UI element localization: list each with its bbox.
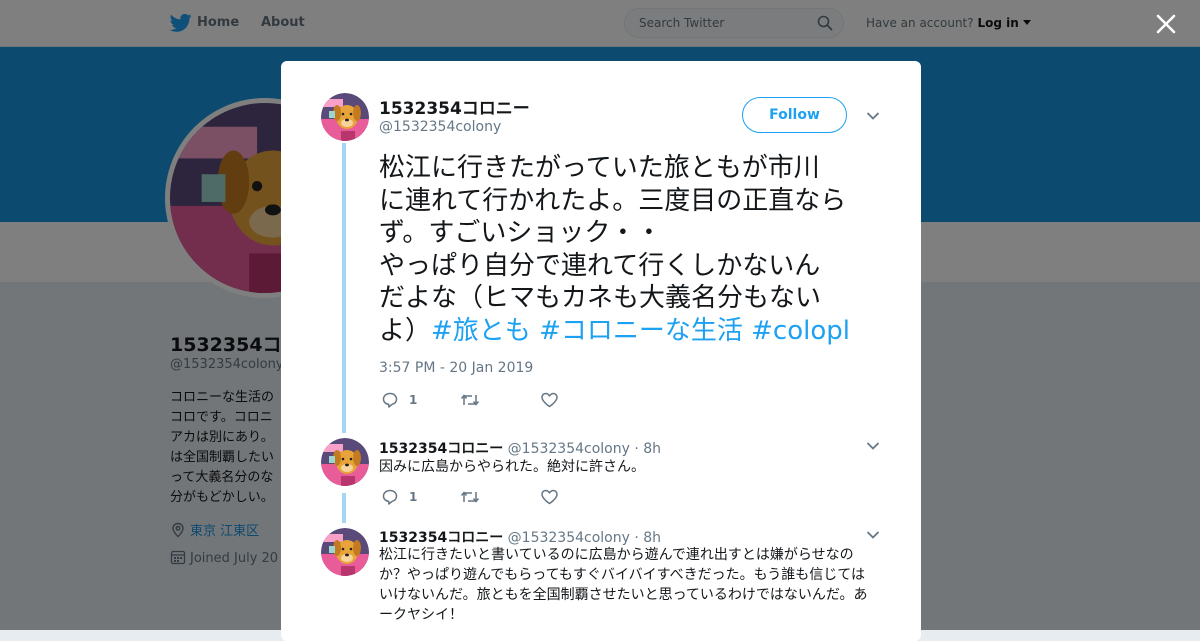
reply-header: 1532354コロニー @1532354colony · 8h	[379, 527, 661, 547]
hashtag-link[interactable]: #コロニーな生活	[539, 316, 743, 346]
follow-button[interactable]: Follow	[742, 97, 847, 133]
tweet-text-line: ず。すごいショック・・	[379, 218, 662, 248]
reply-icon	[382, 489, 398, 505]
avatar[interactable]	[321, 438, 369, 486]
tweet-text-line: よ）#旅とも #コロニーな生活 #colopl	[379, 315, 889, 348]
tweet-modal: 1532354コロニー @1532354colony Follow 松江に行きた…	[281, 61, 921, 641]
like-button[interactable]	[540, 391, 562, 411]
close-icon[interactable]	[1155, 13, 1177, 35]
chevron-down-icon[interactable]	[866, 530, 880, 540]
reply-text-line: いけないんだ。旅ともを全国制覇させたいと思っているわけではないんだ。あ	[379, 587, 868, 603]
reply-header: 1532354コロニー @1532354colony · 8h	[379, 438, 661, 458]
chevron-down-icon[interactable]	[866, 111, 880, 121]
retweet-button[interactable]	[460, 391, 482, 411]
chevron-down-icon[interactable]	[866, 441, 880, 451]
like-icon	[541, 392, 558, 408]
reply-author-handle[interactable]: @1532354colony	[508, 530, 630, 546]
tweet-text-fragment: よ）	[379, 315, 432, 346]
reply-text-line: 松江に行きたいと書いているのに広島から遊んで連れ出すとは嫌がらせなの	[379, 547, 854, 563]
reply-icon	[382, 392, 398, 408]
reply-text: 松江に行きたいと書いているのに広島から遊んで連れ出すとは嫌がらせなの か？やっぱ…	[379, 545, 879, 625]
tweet-author-handle[interactable]: @1532354colony	[379, 119, 501, 135]
reply-count: 1	[409, 490, 418, 504]
tweet-text-line: やっぱり自分で連れて行くしかないん	[379, 250, 821, 281]
tweet-text-line: に連れて行かれたよ。三度目の正直なら	[379, 185, 847, 216]
reply-button[interactable]: 1	[381, 488, 421, 508]
reply-text-line: ークヤシイ！	[379, 607, 463, 623]
tweet-text-line: 松江に行きたがっていた旅ともが市川	[379, 153, 820, 183]
reply-author-name[interactable]: 1532354コロニー	[379, 441, 503, 457]
thread-line	[342, 493, 346, 523]
retweet-button[interactable]	[460, 488, 482, 508]
hashtag-link[interactable]: #旅とも	[431, 316, 531, 346]
reply-count: 1	[409, 393, 418, 407]
tweet-timestamp[interactable]: 3:57 PM - 20 Jan 2019	[379, 360, 533, 376]
reply-time[interactable]: · 8h	[634, 530, 661, 546]
thread-line	[342, 143, 346, 433]
reply-text-line: か？やっぱり遊んでもらってもすぐバイバイすべきだった。もう誰も信じては	[379, 567, 865, 583]
like-icon	[541, 489, 558, 505]
avatar-image	[321, 528, 369, 576]
avatar-image	[321, 438, 369, 486]
tweet-text: 松江に行きたがっていた旅ともが市川 に連れて行かれたよ。三度目の正直なら ず。す…	[379, 152, 889, 347]
reply-text: 因みに広島からやられた。絶対に許さん。	[379, 457, 879, 477]
reply-text-line: 因みに広島からやられた。絶対に許さん。	[379, 459, 645, 475]
hashtag-link[interactable]: #colopl	[751, 316, 850, 346]
reply-time[interactable]: · 8h	[634, 441, 661, 457]
tweet-author-name[interactable]: 1532354コロニー	[379, 94, 530, 119]
reply-author-name[interactable]: 1532354コロニー	[379, 530, 503, 546]
like-button[interactable]	[540, 488, 562, 508]
reply-author-handle[interactable]: @1532354colony	[508, 441, 630, 457]
avatar[interactable]	[321, 528, 369, 576]
tweet-text-line: だよな（ヒマもカネも大義名分もない	[379, 283, 822, 313]
avatar[interactable]	[321, 93, 369, 141]
avatar-image	[321, 93, 369, 141]
retweet-icon	[460, 394, 480, 406]
retweet-icon	[460, 491, 480, 503]
reply-button[interactable]: 1	[381, 391, 421, 411]
